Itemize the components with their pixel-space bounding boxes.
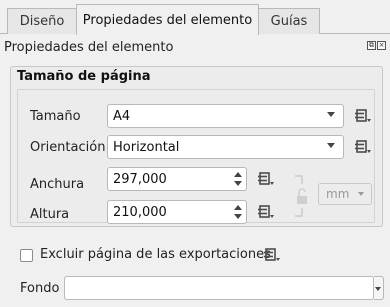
unit-value: mm	[326, 187, 350, 201]
tab-diseno-label: Diseño	[19, 14, 65, 29]
size-combo[interactable]: A4	[107, 104, 344, 128]
exclude-export-label: Excluir página de las exportaciones	[40, 247, 271, 262]
chevron-down-icon	[327, 143, 335, 148]
tab-guias[interactable]: Guías	[258, 8, 320, 34]
size-value: A4	[113, 108, 131, 124]
panel-title: Propiedades del elemento	[4, 40, 174, 55]
dock-buttons: ⧉ ×	[367, 41, 386, 50]
float-panel-icon[interactable]: ⧉	[367, 41, 376, 50]
tab-propiedades-label: Propiedades del elemento	[82, 12, 253, 28]
spin-arrows-icon[interactable]	[233, 204, 243, 220]
height-value: 210,000	[113, 204, 167, 220]
spin-arrows-icon[interactable]	[233, 171, 243, 187]
orientation-label: Orientación	[30, 140, 106, 155]
data-defined-override-icon[interactable]	[354, 139, 372, 155]
height-spinbox[interactable]: 210,000	[107, 200, 247, 224]
orientation-combo[interactable]: Horizontal	[107, 135, 344, 159]
tab-bar: Diseño Propiedades del elemento Guías	[0, 0, 390, 35]
exclude-export-checkbox[interactable]	[20, 249, 33, 262]
data-defined-override-icon[interactable]	[257, 204, 275, 220]
width-value: 297,000	[113, 171, 167, 187]
close-panel-icon[interactable]: ×	[377, 41, 386, 50]
data-defined-override-icon[interactable]	[257, 171, 275, 187]
width-label: Anchura	[30, 177, 85, 192]
tab-propiedades-elemento[interactable]: Propiedades del elemento	[76, 4, 259, 35]
orientation-value: Horizontal	[113, 139, 180, 155]
size-label: Tamaño	[30, 109, 81, 124]
background-symbol-button[interactable]	[64, 276, 374, 300]
chevron-down-icon	[375, 287, 381, 291]
background-menu-button[interactable]	[374, 276, 384, 300]
page-size-group-title: Tamaño de página	[17, 69, 151, 84]
units-combo[interactable]: mm	[318, 183, 372, 205]
lock-aspect-ratio-icon[interactable]	[293, 172, 309, 220]
data-defined-override-icon[interactable]	[354, 108, 372, 124]
data-defined-override-icon[interactable]	[263, 247, 281, 263]
chevron-down-icon	[327, 112, 335, 117]
height-label: Altura	[30, 207, 70, 222]
background-label: Fondo	[20, 281, 60, 296]
width-spinbox[interactable]: 297,000	[107, 167, 247, 191]
chevron-down-icon	[358, 192, 364, 196]
tab-diseno[interactable]: Diseño	[7, 8, 77, 34]
tab-guias-label: Guías	[270, 14, 308, 29]
